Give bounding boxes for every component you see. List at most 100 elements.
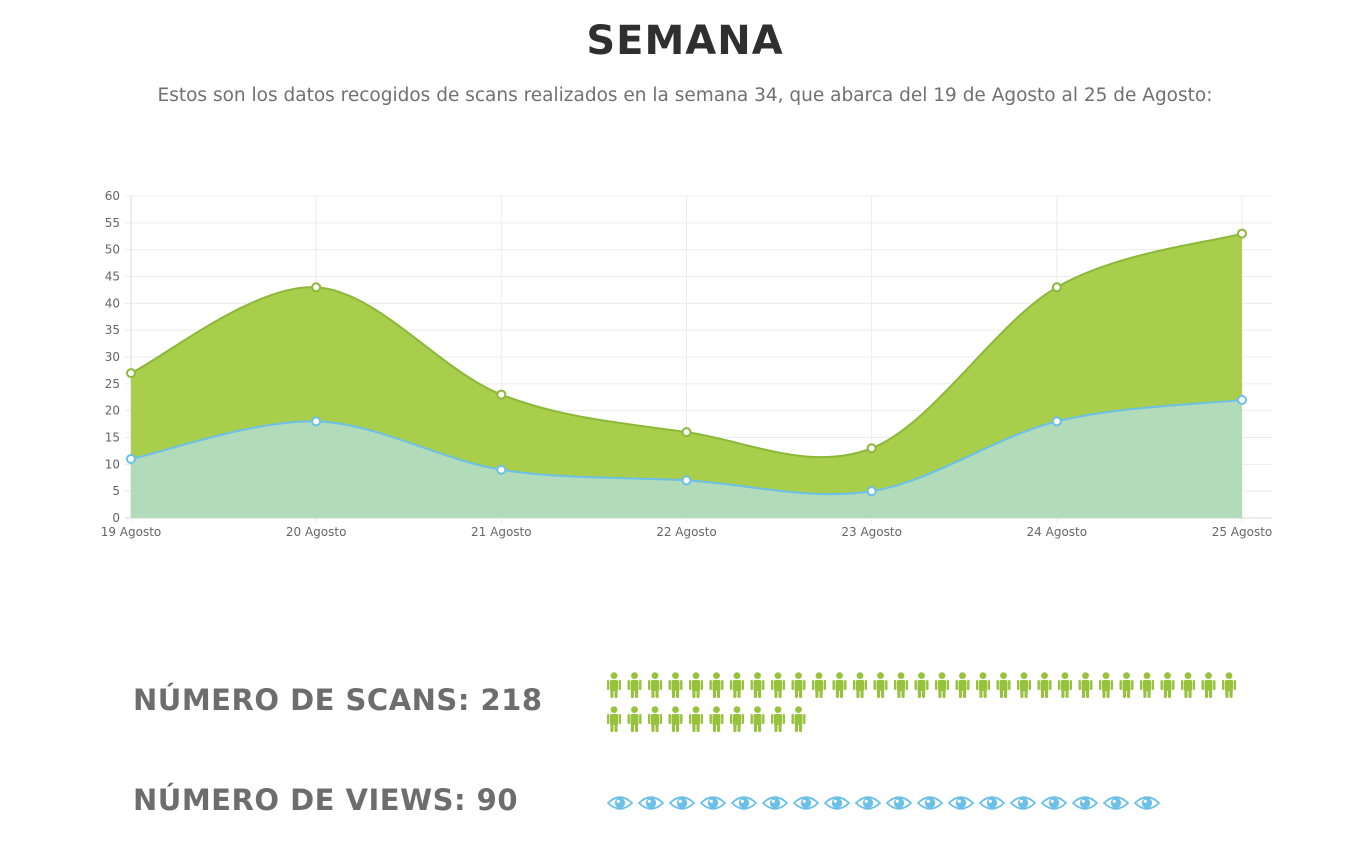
person-icon	[730, 672, 744, 698]
person-icon	[1078, 672, 1093, 698]
person-icon	[627, 706, 642, 732]
views-data-point[interactable]	[126, 453, 136, 464]
person-icon	[1017, 672, 1031, 698]
eye-icon	[885, 796, 913, 810]
page-subtitle: Estos son los datos recogidos de scans r…	[157, 85, 1213, 106]
person-icon	[730, 706, 744, 732]
views-icon-row	[607, 796, 1161, 810]
person-icon	[1140, 672, 1154, 698]
scans-data-point[interactable]	[1051, 282, 1062, 293]
person-icon	[996, 672, 1011, 698]
person-icon	[853, 672, 867, 698]
eye-icon	[699, 796, 727, 810]
scans-data-point[interactable]	[126, 368, 136, 379]
x-tick-label: 25 Agosto	[1212, 525, 1273, 539]
person-icon	[894, 672, 908, 698]
y-tick-label: 15	[105, 431, 120, 445]
eye-icon	[730, 796, 758, 810]
views-count-label: NÚMERO DE VIEWS: 90	[133, 783, 519, 817]
person-icon	[914, 672, 929, 698]
y-tick-label: 5	[112, 484, 120, 498]
person-icon	[627, 672, 642, 698]
person-icon	[1119, 672, 1134, 698]
person-icon	[935, 672, 949, 698]
eye-icon	[792, 796, 820, 810]
views-data-point[interactable]	[311, 416, 322, 427]
y-tick-label: 0	[112, 511, 120, 525]
eye-icon	[1071, 796, 1099, 810]
person-icon	[1181, 672, 1195, 698]
y-tick-label: 35	[105, 323, 120, 337]
person-icon	[832, 672, 847, 698]
person-icon	[1222, 672, 1236, 698]
person-icon	[750, 672, 765, 698]
eye-icon	[1133, 796, 1161, 810]
y-tick-label: 25	[105, 377, 120, 391]
person-icon	[648, 672, 662, 698]
eye-icon	[823, 796, 851, 810]
views-data-point[interactable]	[1051, 416, 1062, 427]
y-tick-label: 20	[105, 404, 120, 418]
x-tick-label: 24 Agosto	[1027, 525, 1088, 539]
person-icon	[709, 706, 724, 732]
y-tick-label: 45	[105, 270, 120, 284]
person-icon	[709, 672, 724, 698]
x-tick-label: 21 Agosto	[471, 525, 532, 539]
scans-data-point[interactable]	[496, 389, 507, 400]
x-tick-label: 23 Agosto	[841, 525, 902, 539]
scans-data-point[interactable]	[866, 443, 877, 454]
weekly-scans-chart: 0 5 10 15 20 25 30 35 40 45 50 55 60 19 Agosto 20 Agos…	[101, 189, 1273, 539]
scans-count-label: NÚMERO DE SCANS: 218	[133, 683, 543, 717]
eye-icon	[607, 796, 634, 810]
person-icon	[1099, 672, 1113, 698]
eye-icon	[761, 796, 789, 810]
person-icon	[873, 672, 888, 698]
person-icon	[791, 706, 806, 732]
views-data-point[interactable]	[681, 475, 692, 486]
scans-data-point[interactable]	[1237, 228, 1247, 239]
scans-icon-grid	[607, 672, 1236, 732]
y-tick-label: 60	[105, 189, 120, 203]
person-icon	[791, 672, 806, 698]
eye-icon	[947, 796, 975, 810]
views-data-point[interactable]	[866, 486, 877, 497]
x-tick-label: 20 Agosto	[286, 525, 347, 539]
y-tick-label: 10	[105, 457, 120, 471]
person-icon	[1037, 672, 1052, 698]
person-icon	[1201, 672, 1216, 698]
person-icon	[771, 672, 785, 698]
scans-data-point[interactable]	[311, 282, 322, 293]
person-icon	[976, 672, 990, 698]
person-icon	[1058, 672, 1072, 698]
eye-icon	[1102, 796, 1130, 810]
eye-icon	[637, 796, 665, 810]
eye-icon	[1009, 796, 1037, 810]
views-data-point[interactable]	[1237, 394, 1247, 405]
eye-icon	[978, 796, 1006, 810]
person-icon	[668, 672, 683, 698]
person-icon	[668, 706, 683, 732]
eye-icon	[916, 796, 944, 810]
person-icon	[771, 706, 785, 732]
y-tick-label: 30	[105, 350, 120, 364]
scans-data-point[interactable]	[681, 427, 692, 438]
person-icon	[648, 706, 662, 732]
x-tick-label: 19 Agosto	[101, 525, 162, 539]
person-icon	[607, 672, 621, 698]
y-tick-label: 55	[105, 216, 120, 230]
person-icon	[1160, 672, 1175, 698]
person-icon	[689, 672, 703, 698]
person-icon	[955, 672, 970, 698]
eye-icon	[1040, 796, 1068, 810]
person-icon	[607, 706, 621, 732]
page-title: SEMANA	[586, 18, 784, 64]
person-icon	[689, 706, 703, 732]
eye-icon	[854, 796, 882, 810]
person-icon	[750, 706, 765, 732]
views-data-point[interactable]	[496, 464, 507, 475]
person-icon	[812, 672, 826, 698]
y-tick-label: 40	[105, 296, 120, 310]
y-tick-label: 50	[105, 243, 120, 257]
eye-icon	[668, 796, 696, 810]
x-tick-label: 22 Agosto	[656, 525, 717, 539]
